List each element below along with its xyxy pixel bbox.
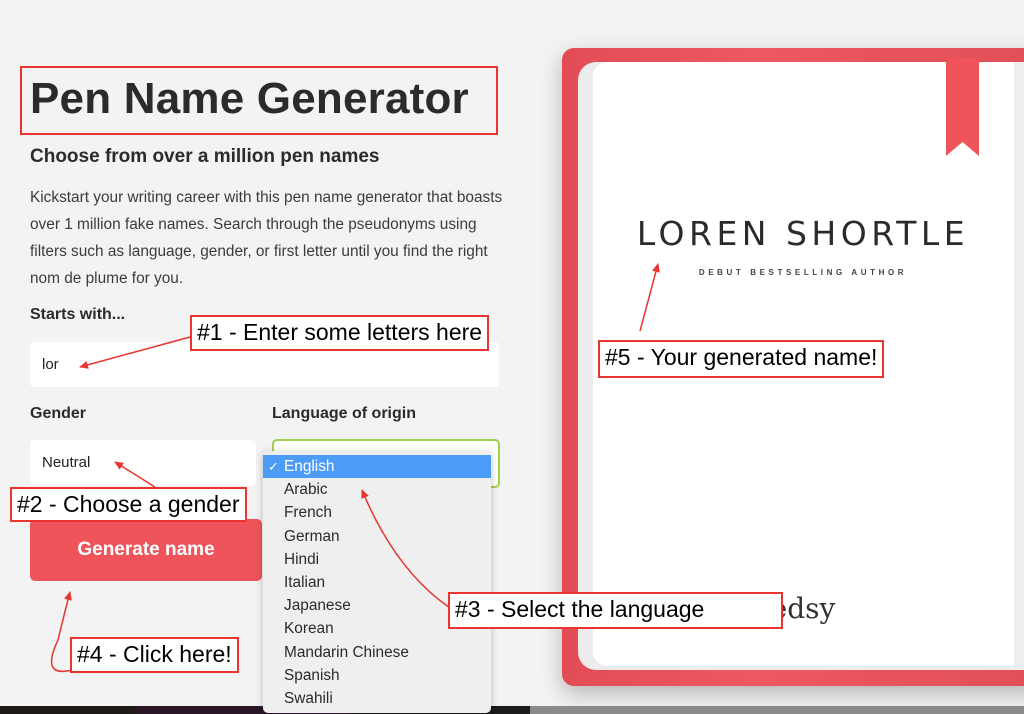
checkmark-icon: ✓ [268,459,279,474]
gender-select[interactable]: Neutral [30,440,256,486]
page-subtitle: Choose from over a million pen names [30,146,380,167]
author-tagline: DEBUT BESTSELLING AUTHOR [698,268,908,277]
gender-label: Gender [30,405,87,422]
book-page-edge [1014,62,1024,666]
callout-step4: #4 - Click here! [70,637,239,673]
page-description: Kickstart your writing career with this … [30,189,503,287]
callout-step1: #1 - Enter some letters here [190,315,490,351]
language-option-french[interactable]: French [263,501,491,524]
language-option-italian[interactable]: Italian [263,571,491,594]
option-label: English [284,458,335,475]
language-option-swahili[interactable]: Swahili [263,687,491,710]
language-label: Language of origin [272,405,416,422]
generated-author-name: LOREN SHORTLE [636,214,970,253]
page-title: Pen Name Generator [30,74,469,123]
callout-step5: #5 - Your generated name! [598,340,885,378]
bottom-taskbar-strip [0,706,1024,714]
callout-step3: #3 - Select the language [448,592,783,629]
language-option-english[interactable]: ✓ English [263,455,491,479]
language-option-hindi[interactable]: Hindi [263,548,491,571]
language-option-mandarin-chinese[interactable]: Mandarin Chinese [263,641,491,664]
language-option-german[interactable]: German [263,525,491,548]
starts-with-label: Starts with... [30,306,126,323]
generate-name-button[interactable]: Generate name [30,519,262,581]
callout-step2: #2 - Choose a gender [10,487,247,522]
language-option-spanish[interactable]: Spanish [263,664,491,687]
arrow-step4 [50,591,73,673]
language-option-arabic[interactable]: Arabic [263,478,491,501]
bookmark-icon [946,58,979,156]
language-dropdown-menu: ✓ English Arabic French German Hindi Ita… [263,451,491,713]
